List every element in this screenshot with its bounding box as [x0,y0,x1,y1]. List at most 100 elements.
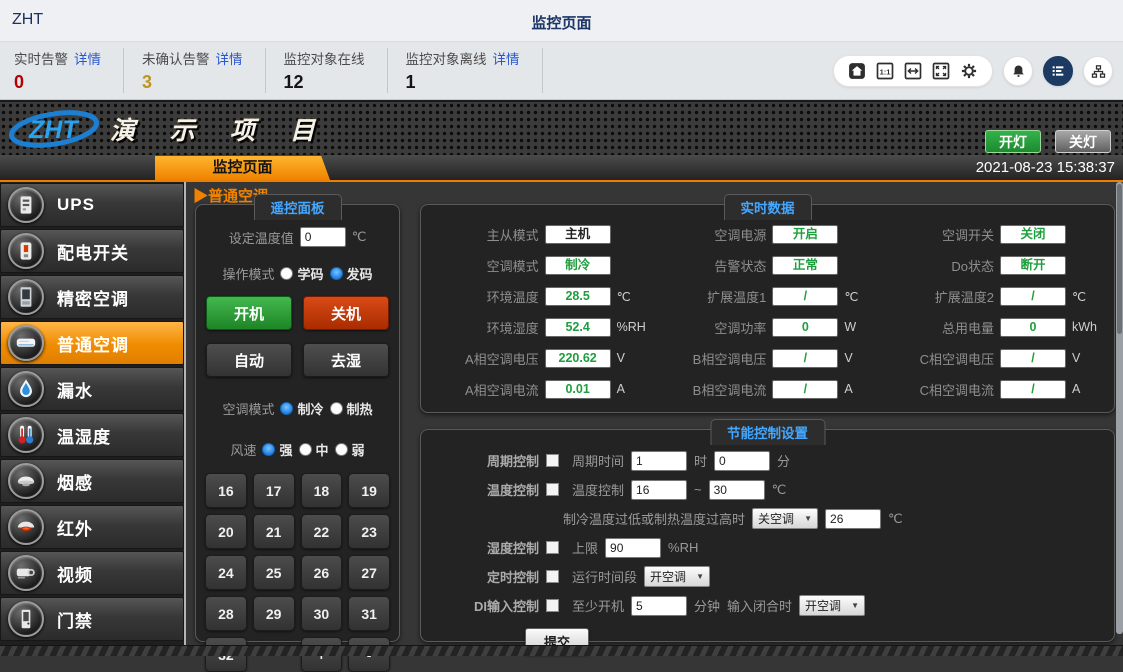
power-off-button[interactable]: 关机 [303,296,389,330]
power-on-button[interactable]: 开机 [206,296,292,330]
realtime-field-label: 空调模式 [487,256,539,275]
sidebar-item-普通空调[interactable]: 普通空调 [0,321,184,365]
temp-control-checkbox[interactable] [546,483,559,496]
temp-control-label: 温度控制 [459,480,539,499]
op-mode-option[interactable]: 发码 [330,264,373,283]
realtime-field: 空调开关关闭 [880,224,1102,244]
temp-number-button[interactable]: 27 [348,555,390,590]
set-temp-input[interactable] [300,227,346,247]
sidebar-item-温湿度[interactable]: 温湿度 [0,413,184,457]
ac-icon [8,325,44,361]
actual-size-button[interactable]: 1:1 [874,60,896,82]
light-off-button[interactable]: 关灯 [1055,130,1111,153]
temp-overflow-label: 制冷温度过低或制热温度过高时 [563,509,745,528]
alarm-list-button[interactable] [1043,56,1073,86]
radio-icon[interactable] [335,443,348,456]
timer-control-checkbox[interactable] [546,570,559,583]
ac-mode-option[interactable]: 制热 [330,399,373,418]
bottom-stripes [0,645,1123,656]
temp-number-button[interactable]: 25 [253,555,295,590]
realtime-field: 主从模式主机 [425,224,647,244]
sidebar-item-UPS[interactable]: UPS [0,183,184,227]
temp-number-button[interactable]: 31 [348,596,390,631]
realtime-value-box: 220.62 [545,349,611,368]
temp-number-button[interactable]: 26 [301,555,343,590]
radio-icon[interactable] [330,402,343,415]
sidebar-item-精密空调[interactable]: 精密空调 [0,275,184,319]
temp-number-button[interactable]: 24 [205,555,247,590]
di-closed-action-select[interactable]: 开空调 ▼ [799,595,865,616]
light-on-button[interactable]: 开灯 [985,130,1041,153]
di-input-control-checkbox[interactable] [546,599,559,612]
realtime-field: 空调电源开启 [653,224,875,244]
tab-monitor-page[interactable]: 监控页面 [155,156,330,180]
fan-speed-option[interactable]: 强 [262,440,292,459]
stat-detail-link[interactable]: 详情 [216,52,243,67]
di-min-on-input[interactable] [631,596,687,616]
project-title: 演 示 项 目 [110,111,329,147]
dehumidify-button[interactable]: 去湿 [303,343,389,377]
temp-number-button[interactable]: 19 [348,473,390,508]
main-scrollbar[interactable] [1116,182,1123,634]
stat-label: 监控对象在线 [284,52,365,67]
realtime-field: 告警状态正常 [653,255,875,275]
temp-threshold-input[interactable] [825,509,881,529]
cycle-control-checkbox[interactable] [546,454,559,467]
sidebar-item-配电开关[interactable]: 配电开关 [0,229,184,273]
temp-number-button[interactable]: 30 [301,596,343,631]
humidity-unit: %RH [668,540,698,555]
stat-group: 监控对象在线12 [284,48,388,93]
sidebar-item-烟感[interactable]: 烟感 [0,459,184,503]
fan-speed-option[interactable]: 中 [299,440,329,459]
temp-number-button[interactable]: 20 [205,514,247,549]
topology-button[interactable] [1083,56,1113,86]
top-bar: ZHT 监控页面 [0,0,1123,42]
auto-button[interactable]: 自动 [206,343,292,377]
stat-label: 实时告警 [14,52,68,67]
realtime-value-box: 0 [1000,318,1066,337]
temp-number-button[interactable]: 16 [205,473,247,508]
scrollbar-thumb[interactable] [1117,184,1122,334]
cycle-minutes-input[interactable] [714,451,770,471]
radio-icon[interactable] [280,267,293,280]
radio-icon[interactable] [262,443,275,456]
temp-number-button[interactable]: 23 [348,514,390,549]
stat-detail-link[interactable]: 详情 [493,52,520,67]
fit-width-button[interactable] [902,60,924,82]
op-mode-group: 操作模式学码发码 [196,264,399,283]
temp-number-button[interactable]: 18 [301,473,343,508]
home-button[interactable] [846,60,868,82]
realtime-value-box: 制冷 [545,256,611,275]
cycle-hours-input[interactable] [631,451,687,471]
temp-min-input[interactable] [631,480,687,500]
sidebar-item-label: 门禁 [57,607,93,632]
temp-overflow-action-select[interactable]: 关空调 ▼ [752,508,818,529]
sidebar-item-视频[interactable]: 视频 [0,551,184,595]
temp-number-button[interactable]: 29 [253,596,295,631]
fan-speed-option[interactable]: 弱 [335,440,365,459]
temp-number-button[interactable]: 17 [253,473,295,508]
sidebar-item-漏水[interactable]: 漏水 [0,367,184,411]
temp-number-button[interactable]: 21 [253,514,295,549]
temp-number-button[interactable]: 22 [301,514,343,549]
fullscreen-button[interactable] [930,60,952,82]
realtime-field-label: A相空调电流 [465,380,539,399]
radio-icon[interactable] [299,443,312,456]
sidebar-item-红外[interactable]: 红外 [0,505,184,549]
stat-detail-link[interactable]: 详情 [74,52,101,67]
fan-speed-group: 风速强中弱 [196,440,399,459]
realtime-field-label: Do状态 [951,256,994,275]
sidebar-item-门禁[interactable]: 门禁 [0,597,184,641]
temp-max-input[interactable] [709,480,765,500]
ac-mode-option[interactable]: 制冷 [280,399,323,418]
op-mode-option[interactable]: 学码 [280,264,323,283]
bell-button[interactable] [1003,56,1033,86]
timer-period-select[interactable]: 开空调 ▼ [644,566,710,587]
radio-icon[interactable] [330,267,343,280]
temp-range-label: 温度控制 [572,480,624,499]
radio-icon[interactable] [280,402,293,415]
humidity-limit-input[interactable] [605,538,661,558]
temp-number-button[interactable]: 28 [205,596,247,631]
humidity-control-checkbox[interactable] [546,541,559,554]
settings-button[interactable] [958,60,980,82]
